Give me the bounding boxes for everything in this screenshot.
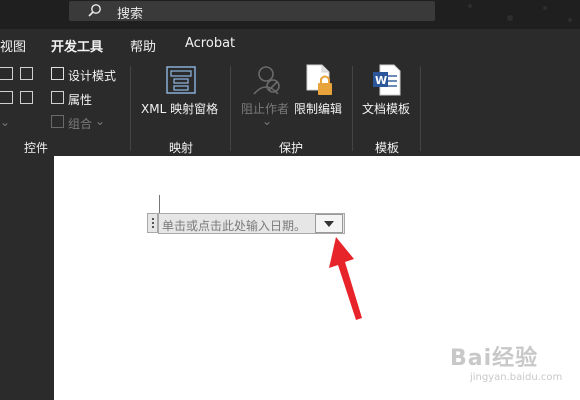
watermark-logo: Bai经验 bbox=[450, 346, 539, 371]
ribbon: ⌄ 设计模式 属性 组合 ⌄ 控件 XML 映射窗格 映射 阻止作者 ⌄ 限制编… bbox=[0, 58, 580, 157]
control-more: ⌄ bbox=[0, 115, 11, 129]
properties-button[interactable]: 属性 bbox=[68, 91, 92, 108]
tab-help[interactable]: 帮助 bbox=[130, 36, 156, 55]
xml-pane-button[interactable]: XML 映射窗格 bbox=[141, 100, 218, 117]
navigation-pane bbox=[0, 156, 54, 400]
content-control-handle[interactable] bbox=[147, 213, 158, 233]
divider bbox=[230, 66, 231, 151]
date-placeholder: 单击或点击此处输入日期。 bbox=[162, 219, 307, 233]
search-icon bbox=[87, 3, 103, 23]
group-button[interactable]: 组合 bbox=[68, 115, 92, 132]
divider bbox=[130, 66, 131, 151]
tab-developer[interactable]: 开发工具 bbox=[51, 36, 104, 61]
tab-acrobat[interactable]: Acrobat bbox=[185, 36, 235, 51]
tab-view[interactable]: 视图 bbox=[0, 36, 26, 55]
decorative-pattern bbox=[468, 4, 572, 22]
properties-icon bbox=[51, 91, 64, 104]
divider bbox=[420, 66, 421, 151]
restrict-editing-button[interactable]: 限制编辑 bbox=[294, 100, 342, 117]
chevron-down-icon: ⌄ bbox=[262, 114, 273, 128]
xml-pane-icon bbox=[166, 66, 196, 98]
group-label-templates: 模板 bbox=[375, 141, 400, 155]
control-icon[interactable] bbox=[0, 67, 13, 80]
svg-text:W: W bbox=[375, 74, 387, 87]
control-icon[interactable] bbox=[0, 91, 13, 104]
watermark: Bai经验 jingyan.baidu.com bbox=[450, 340, 562, 383]
group-icon bbox=[51, 115, 64, 128]
group-label-controls: 控件 bbox=[24, 141, 49, 155]
group-label-mapping: 映射 bbox=[169, 141, 194, 155]
ribbon-tabs: 视图 开发工具 帮助 Acrobat bbox=[0, 29, 580, 61]
document-template-button[interactable]: 文档模板 bbox=[362, 100, 410, 117]
document-template-icon: W bbox=[372, 64, 402, 100]
margin-mark bbox=[159, 195, 160, 215]
block-authors-icon bbox=[252, 64, 282, 100]
search-box[interactable]: 搜索 bbox=[69, 1, 435, 23]
restrict-editing-icon bbox=[305, 64, 335, 102]
group-label-protect: 保护 bbox=[279, 141, 304, 155]
design-mode-button[interactable]: 设计模式 bbox=[68, 67, 116, 84]
design-mode-icon bbox=[51, 67, 64, 80]
title-bar: 搜索 bbox=[0, 0, 580, 29]
date-dropdown-button[interactable] bbox=[315, 214, 343, 233]
red-arrow-annotation bbox=[329, 237, 362, 320]
watermark-url: jingyan.baidu.com bbox=[470, 372, 563, 383]
divider bbox=[352, 66, 353, 151]
dropdown-arrow-icon bbox=[324, 221, 334, 227]
control-icon[interactable] bbox=[20, 67, 33, 80]
chevron-down-icon: ⌄ bbox=[95, 114, 106, 128]
control-icon[interactable] bbox=[20, 91, 33, 104]
search-label: 搜索 bbox=[117, 7, 144, 22]
